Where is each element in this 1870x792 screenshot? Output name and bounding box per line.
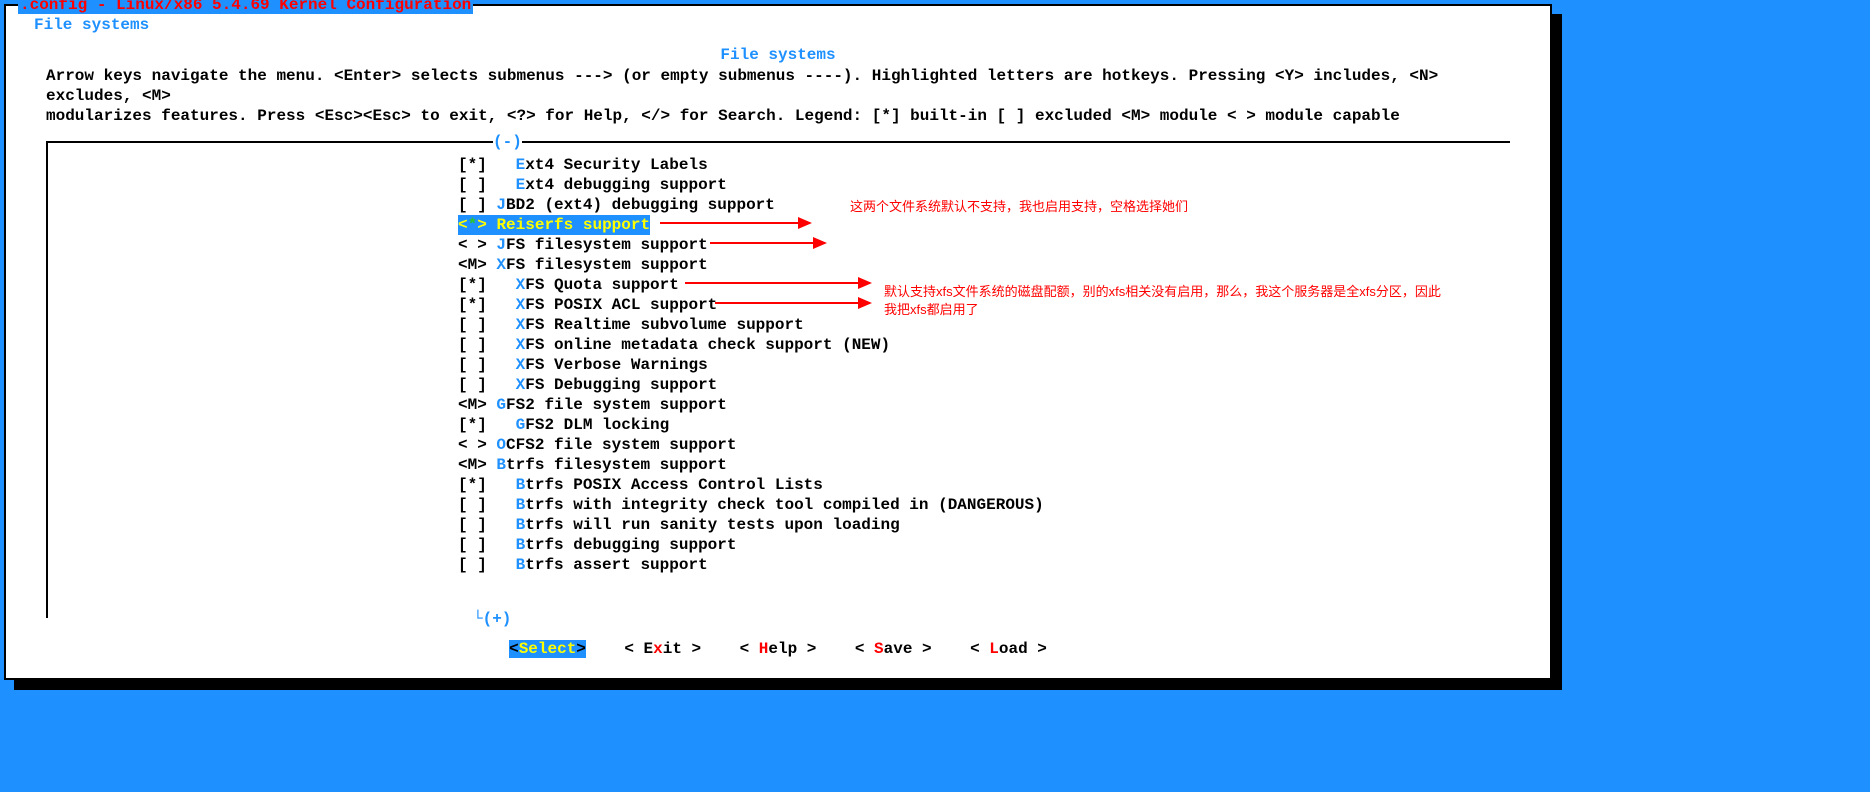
menu-item[interactable]: [ ] Btrfs debugging support	[458, 535, 1044, 555]
select-button[interactable]: <Select>	[509, 640, 586, 658]
annotation-1: 这两个文件系统默认不支持，我也启用支持，空格选择她们	[850, 198, 1188, 216]
scroll-up-indicator[interactable]: (-)	[493, 133, 522, 151]
arrow-icon	[715, 302, 870, 304]
menu-item[interactable]: <M> GFS2 file system support	[458, 395, 1044, 415]
menu-item[interactable]: [ ] XFS Verbose Warnings	[458, 355, 1044, 375]
help-text: Arrow keys navigate the menu. <Enter> se…	[46, 66, 1510, 126]
menu-item[interactable]: [*] GFS2 DLM locking	[458, 415, 1044, 435]
help-button[interactable]: < Help >	[740, 640, 817, 658]
menu-item[interactable]: [*] Btrfs POSIX Access Control Lists	[458, 475, 1044, 495]
menu-item[interactable]: <M> XFS filesystem support	[458, 255, 1044, 275]
arrow-icon	[710, 242, 825, 244]
menu-item[interactable]: [ ] XFS online metadata check support (N…	[458, 335, 1044, 355]
config-title: .config - Linux/x86 5.4.69 Kernel Config…	[18, 0, 473, 14]
load-button[interactable]: < Load >	[970, 640, 1047, 658]
section-title: File systems	[6, 46, 1550, 64]
arrow-icon	[685, 282, 870, 284]
menu-item[interactable]: [ ] Ext4 debugging support	[458, 175, 1044, 195]
annotation-2: 默认支持xfs文件系统的磁盘配额，别的xfs相关没有启用，那么，我这个服务器是全…	[884, 283, 1444, 319]
arrow-icon	[660, 222, 810, 224]
menu-item[interactable]: [ ] Btrfs with integrity check tool comp…	[458, 495, 1044, 515]
save-button[interactable]: < Save >	[855, 640, 932, 658]
menu-box: (-) [*] Ext4 Security Labels[ ] Ext4 deb…	[46, 141, 1510, 618]
menu-item[interactable]: [ ] Btrfs assert support	[458, 555, 1044, 575]
breadcrumb: File systems	[30, 16, 153, 34]
menu-item[interactable]: [*] Ext4 Security Labels	[458, 155, 1044, 175]
menuconfig-window: .config - Linux/x86 5.4.69 Kernel Config…	[4, 4, 1552, 680]
menu-list: [*] Ext4 Security Labels[ ] Ext4 debuggi…	[458, 155, 1044, 575]
button-bar: <Select> < Exit > < Help > < Save > < Lo…	[6, 640, 1550, 658]
menu-item[interactable]: <*> Reiserfs support	[458, 215, 650, 235]
menu-item[interactable]: [ ] Btrfs will run sanity tests upon loa…	[458, 515, 1044, 535]
menu-item[interactable]: [ ] XFS Debugging support	[458, 375, 1044, 395]
scroll-down-indicator[interactable]: └(+)	[473, 610, 511, 628]
exit-button[interactable]: < Exit >	[624, 640, 701, 658]
menu-item[interactable]: <M> Btrfs filesystem support	[458, 455, 1044, 475]
menu-item[interactable]: < > JFS filesystem support	[458, 235, 1044, 255]
menu-item[interactable]: < > OCFS2 file system support	[458, 435, 1044, 455]
